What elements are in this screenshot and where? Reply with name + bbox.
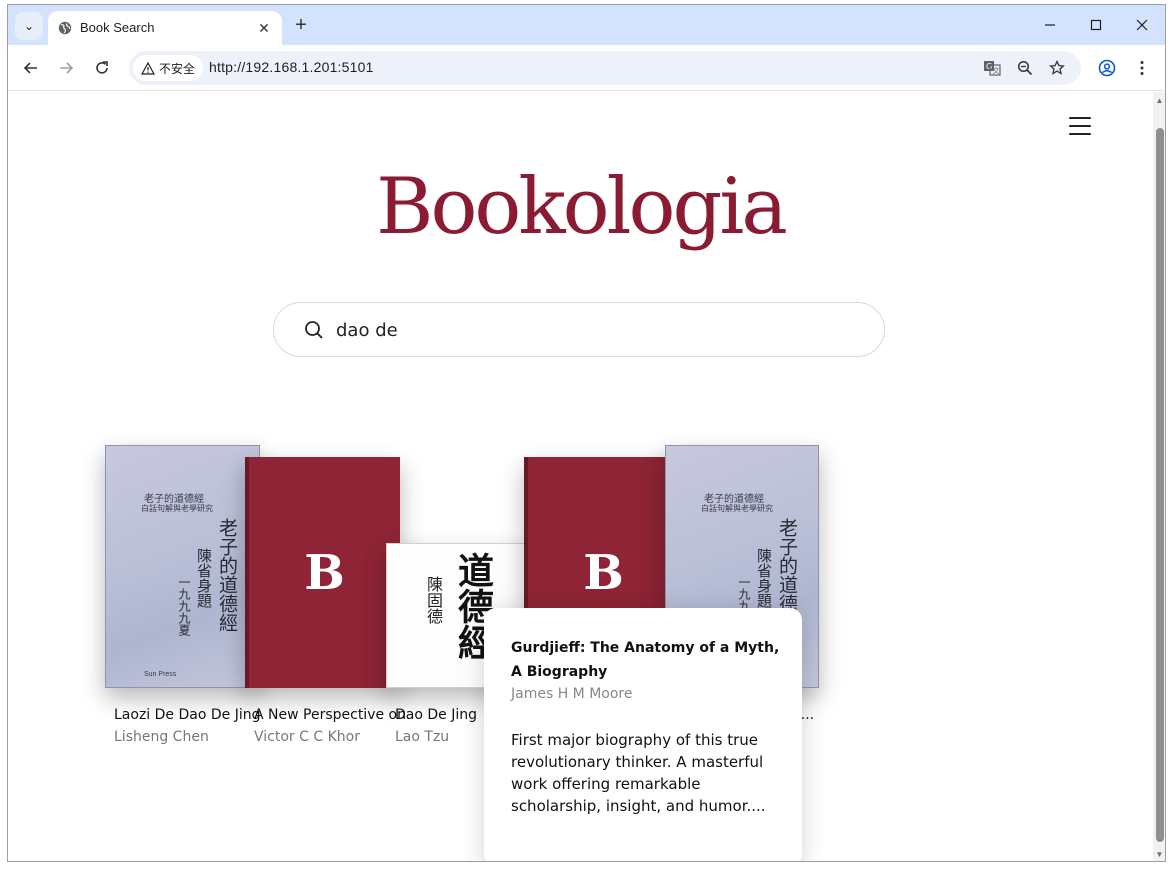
cover-text-vertical-3: 一九九九夏 bbox=[177, 576, 191, 636]
address-bar[interactable]: 不安全 http://192.168.1.201:5101 G文 bbox=[129, 51, 1081, 85]
warning-icon bbox=[141, 61, 155, 75]
zoom-out-icon[interactable] bbox=[1015, 58, 1035, 78]
tab-title: Book Search bbox=[80, 20, 155, 35]
cover-text-vertical: 老子的道德經 bbox=[216, 518, 238, 632]
book-author: Victor C C Khor bbox=[254, 729, 360, 745]
translate-icon[interactable]: G文 bbox=[982, 58, 1002, 78]
svg-text:G: G bbox=[986, 62, 992, 71]
scroll-thumb[interactable] bbox=[1156, 128, 1164, 842]
search-input[interactable] bbox=[336, 317, 856, 343]
cover-letter: B bbox=[304, 544, 345, 601]
tab-book-search[interactable]: Book Search ✕ bbox=[48, 11, 282, 45]
book-title[interactable]: Laozi De Dao De Jing bbox=[114, 707, 260, 723]
search-box[interactable] bbox=[273, 302, 885, 357]
book-author: Lisheng Chen bbox=[114, 729, 209, 745]
close-window-icon[interactable] bbox=[1130, 13, 1154, 37]
book-title[interactable]: A New Perspective on bbox=[254, 707, 406, 723]
popover-author: James H M Moore bbox=[511, 686, 633, 702]
new-tab-icon[interactable]: + bbox=[289, 13, 313, 37]
search-icon bbox=[305, 321, 323, 339]
popover-description: First major biography of this true revol… bbox=[511, 731, 766, 815]
bookmark-star-icon[interactable] bbox=[1047, 58, 1067, 78]
tab-search-chevron-icon[interactable]: ⌄ bbox=[15, 12, 43, 40]
book-detail-popover[interactable]: Gurdjieff: The Anatomy of a Myth, A Biog… bbox=[484, 608, 802, 861]
scroll-up-arrow-icon[interactable]: ▲ bbox=[1155, 96, 1164, 105]
url-text[interactable]: http://192.168.1.201:5101 bbox=[209, 59, 374, 75]
svg-text:文: 文 bbox=[993, 66, 1000, 75]
scroll-down-arrow-icon[interactable]: ▼ bbox=[1155, 850, 1164, 859]
security-chip[interactable]: 不安全 bbox=[133, 55, 204, 81]
profile-icon[interactable] bbox=[1095, 56, 1119, 80]
cover-publisher: Sun Press bbox=[144, 671, 177, 678]
globe-icon bbox=[58, 21, 72, 35]
book-author: Lao Tzu bbox=[395, 729, 450, 745]
forward-arrow-icon[interactable] bbox=[54, 56, 78, 80]
page-scrollbar[interactable]: ▲ ▼ bbox=[1153, 92, 1165, 861]
cover-text-sub: 白話句解與老學研究 bbox=[141, 504, 213, 513]
cover-text-vertical-2: 陳省身題 bbox=[755, 548, 773, 608]
book-cover[interactable]: B bbox=[245, 457, 400, 688]
tab-strip: ⌄ Book Search ✕ + bbox=[8, 5, 1165, 45]
tab-close-icon[interactable]: ✕ bbox=[254, 18, 274, 38]
browser-window: ⌄ Book Search ✕ + 不安全 http://192.168.1.2… bbox=[7, 4, 1166, 862]
security-label: 不安全 bbox=[159, 61, 196, 76]
maximize-icon[interactable] bbox=[1084, 13, 1108, 37]
cover-text-vertical-2: 陳省身題 bbox=[195, 548, 213, 608]
book-cover[interactable]: 老子的道德經 白話句解與老學研究 老子的道德經 陳省身題 一九九九夏 Sun P… bbox=[105, 445, 260, 688]
browser-toolbar: 不安全 http://192.168.1.201:5101 G文 bbox=[8, 45, 1165, 91]
reload-icon[interactable] bbox=[90, 56, 114, 80]
back-arrow-icon[interactable] bbox=[19, 56, 43, 80]
site-logo[interactable]: Bookologia bbox=[8, 162, 1153, 252]
minimize-icon[interactable] bbox=[1038, 13, 1062, 37]
hamburger-menu-icon[interactable] bbox=[1069, 117, 1091, 135]
cover-text-small: 陳固德 bbox=[424, 576, 443, 624]
popover-title[interactable]: Gurdjieff: The Anatomy of a Myth, A Biog… bbox=[511, 636, 781, 684]
cover-text-sub: 白話句解與老學研究 bbox=[701, 504, 773, 513]
book-title[interactable]: Dao De Jing bbox=[395, 707, 477, 723]
page-content: Bookologia 老子的道德經 白話句解與老學研究 老子的道德經 陳省身題 … bbox=[8, 92, 1153, 861]
menu-kebab-icon[interactable] bbox=[1130, 56, 1154, 80]
